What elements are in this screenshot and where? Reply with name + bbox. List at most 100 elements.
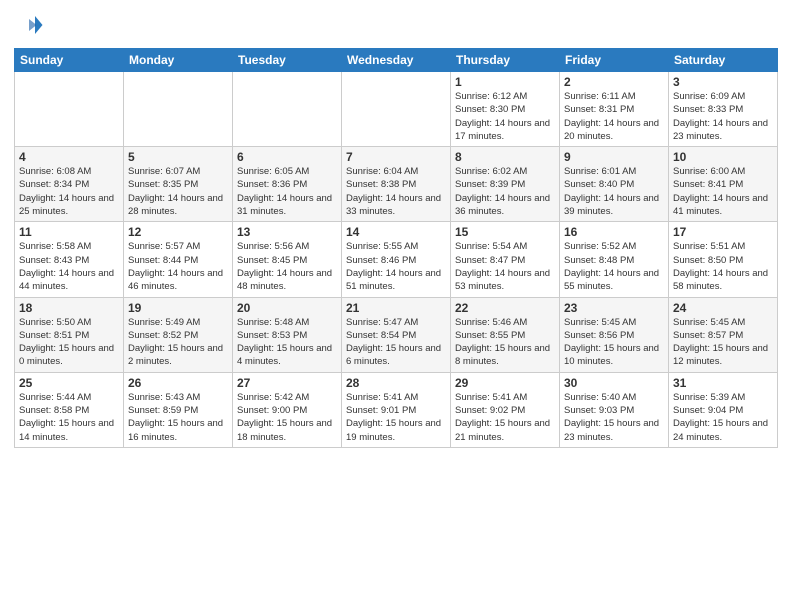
header-sunday: Sunday	[15, 49, 124, 72]
day-num-4: 4	[19, 150, 119, 164]
cell-0-5: 2Sunrise: 6:11 AM Sunset: 8:31 PM Daylig…	[560, 72, 669, 147]
cell-2-2: 13Sunrise: 5:56 AM Sunset: 8:45 PM Dayli…	[233, 222, 342, 297]
cell-1-1: 5Sunrise: 6:07 AM Sunset: 8:35 PM Daylig…	[124, 147, 233, 222]
day-num-13: 13	[237, 225, 337, 239]
cell-1-0: 4Sunrise: 6:08 AM Sunset: 8:34 PM Daylig…	[15, 147, 124, 222]
cell-3-4: 22Sunrise: 5:46 AM Sunset: 8:55 PM Dayli…	[451, 297, 560, 372]
week-row-3: 18Sunrise: 5:50 AM Sunset: 8:51 PM Dayli…	[15, 297, 778, 372]
day-num-21: 21	[346, 301, 446, 315]
header	[14, 10, 778, 40]
page: SundayMondayTuesdayWednesdayThursdayFrid…	[0, 0, 792, 612]
day-info-15: Sunrise: 5:54 AM Sunset: 8:47 PM Dayligh…	[455, 240, 555, 293]
day-info-5: Sunrise: 6:07 AM Sunset: 8:35 PM Dayligh…	[128, 165, 228, 218]
cell-4-1: 26Sunrise: 5:43 AM Sunset: 8:59 PM Dayli…	[124, 372, 233, 447]
cell-3-0: 18Sunrise: 5:50 AM Sunset: 8:51 PM Dayli…	[15, 297, 124, 372]
week-row-1: 4Sunrise: 6:08 AM Sunset: 8:34 PM Daylig…	[15, 147, 778, 222]
day-num-25: 25	[19, 376, 119, 390]
cell-2-4: 15Sunrise: 5:54 AM Sunset: 8:47 PM Dayli…	[451, 222, 560, 297]
day-info-2: Sunrise: 6:11 AM Sunset: 8:31 PM Dayligh…	[564, 90, 664, 143]
day-num-9: 9	[564, 150, 664, 164]
cell-0-2	[233, 72, 342, 147]
cell-3-5: 23Sunrise: 5:45 AM Sunset: 8:56 PM Dayli…	[560, 297, 669, 372]
day-num-30: 30	[564, 376, 664, 390]
calendar-table: SundayMondayTuesdayWednesdayThursdayFrid…	[14, 48, 778, 448]
header-thursday: Thursday	[451, 49, 560, 72]
cell-0-4: 1Sunrise: 6:12 AM Sunset: 8:30 PM Daylig…	[451, 72, 560, 147]
day-num-28: 28	[346, 376, 446, 390]
day-num-12: 12	[128, 225, 228, 239]
cell-1-2: 6Sunrise: 6:05 AM Sunset: 8:36 PM Daylig…	[233, 147, 342, 222]
day-num-17: 17	[673, 225, 773, 239]
day-info-8: Sunrise: 6:02 AM Sunset: 8:39 PM Dayligh…	[455, 165, 555, 218]
day-num-15: 15	[455, 225, 555, 239]
day-num-10: 10	[673, 150, 773, 164]
day-info-17: Sunrise: 5:51 AM Sunset: 8:50 PM Dayligh…	[673, 240, 773, 293]
day-num-31: 31	[673, 376, 773, 390]
day-num-6: 6	[237, 150, 337, 164]
cell-3-6: 24Sunrise: 5:45 AM Sunset: 8:57 PM Dayli…	[669, 297, 778, 372]
day-num-20: 20	[237, 301, 337, 315]
day-info-12: Sunrise: 5:57 AM Sunset: 8:44 PM Dayligh…	[128, 240, 228, 293]
day-num-23: 23	[564, 301, 664, 315]
day-num-1: 1	[455, 75, 555, 89]
cell-0-3	[342, 72, 451, 147]
day-info-9: Sunrise: 6:01 AM Sunset: 8:40 PM Dayligh…	[564, 165, 664, 218]
header-monday: Monday	[124, 49, 233, 72]
day-info-3: Sunrise: 6:09 AM Sunset: 8:33 PM Dayligh…	[673, 90, 773, 143]
day-num-24: 24	[673, 301, 773, 315]
day-info-6: Sunrise: 6:05 AM Sunset: 8:36 PM Dayligh…	[237, 165, 337, 218]
day-num-14: 14	[346, 225, 446, 239]
cell-1-6: 10Sunrise: 6:00 AM Sunset: 8:41 PM Dayli…	[669, 147, 778, 222]
cell-4-5: 30Sunrise: 5:40 AM Sunset: 9:03 PM Dayli…	[560, 372, 669, 447]
cell-4-6: 31Sunrise: 5:39 AM Sunset: 9:04 PM Dayli…	[669, 372, 778, 447]
day-info-27: Sunrise: 5:42 AM Sunset: 9:00 PM Dayligh…	[237, 391, 337, 444]
cell-1-4: 8Sunrise: 6:02 AM Sunset: 8:39 PM Daylig…	[451, 147, 560, 222]
day-info-23: Sunrise: 5:45 AM Sunset: 8:56 PM Dayligh…	[564, 316, 664, 369]
header-tuesday: Tuesday	[233, 49, 342, 72]
day-info-4: Sunrise: 6:08 AM Sunset: 8:34 PM Dayligh…	[19, 165, 119, 218]
day-info-14: Sunrise: 5:55 AM Sunset: 8:46 PM Dayligh…	[346, 240, 446, 293]
logo	[14, 10, 48, 40]
cell-1-5: 9Sunrise: 6:01 AM Sunset: 8:40 PM Daylig…	[560, 147, 669, 222]
day-info-19: Sunrise: 5:49 AM Sunset: 8:52 PM Dayligh…	[128, 316, 228, 369]
day-info-10: Sunrise: 6:00 AM Sunset: 8:41 PM Dayligh…	[673, 165, 773, 218]
day-num-11: 11	[19, 225, 119, 239]
cell-2-0: 11Sunrise: 5:58 AM Sunset: 8:43 PM Dayli…	[15, 222, 124, 297]
day-num-19: 19	[128, 301, 228, 315]
week-row-4: 25Sunrise: 5:44 AM Sunset: 8:58 PM Dayli…	[15, 372, 778, 447]
day-num-26: 26	[128, 376, 228, 390]
header-saturday: Saturday	[669, 49, 778, 72]
cell-0-0	[15, 72, 124, 147]
day-num-5: 5	[128, 150, 228, 164]
day-num-7: 7	[346, 150, 446, 164]
day-info-28: Sunrise: 5:41 AM Sunset: 9:01 PM Dayligh…	[346, 391, 446, 444]
day-info-25: Sunrise: 5:44 AM Sunset: 8:58 PM Dayligh…	[19, 391, 119, 444]
cell-4-0: 25Sunrise: 5:44 AM Sunset: 8:58 PM Dayli…	[15, 372, 124, 447]
day-info-21: Sunrise: 5:47 AM Sunset: 8:54 PM Dayligh…	[346, 316, 446, 369]
header-wednesday: Wednesday	[342, 49, 451, 72]
day-num-29: 29	[455, 376, 555, 390]
week-row-2: 11Sunrise: 5:58 AM Sunset: 8:43 PM Dayli…	[15, 222, 778, 297]
day-info-18: Sunrise: 5:50 AM Sunset: 8:51 PM Dayligh…	[19, 316, 119, 369]
day-num-3: 3	[673, 75, 773, 89]
cell-3-2: 20Sunrise: 5:48 AM Sunset: 8:53 PM Dayli…	[233, 297, 342, 372]
cell-3-3: 21Sunrise: 5:47 AM Sunset: 8:54 PM Dayli…	[342, 297, 451, 372]
day-info-29: Sunrise: 5:41 AM Sunset: 9:02 PM Dayligh…	[455, 391, 555, 444]
calendar-header: SundayMondayTuesdayWednesdayThursdayFrid…	[15, 49, 778, 72]
cell-4-4: 29Sunrise: 5:41 AM Sunset: 9:02 PM Dayli…	[451, 372, 560, 447]
day-num-22: 22	[455, 301, 555, 315]
day-info-1: Sunrise: 6:12 AM Sunset: 8:30 PM Dayligh…	[455, 90, 555, 143]
day-info-11: Sunrise: 5:58 AM Sunset: 8:43 PM Dayligh…	[19, 240, 119, 293]
day-info-22: Sunrise: 5:46 AM Sunset: 8:55 PM Dayligh…	[455, 316, 555, 369]
day-info-26: Sunrise: 5:43 AM Sunset: 8:59 PM Dayligh…	[128, 391, 228, 444]
cell-4-2: 27Sunrise: 5:42 AM Sunset: 9:00 PM Dayli…	[233, 372, 342, 447]
cell-1-3: 7Sunrise: 6:04 AM Sunset: 8:38 PM Daylig…	[342, 147, 451, 222]
day-info-24: Sunrise: 5:45 AM Sunset: 8:57 PM Dayligh…	[673, 316, 773, 369]
calendar-body: 1Sunrise: 6:12 AM Sunset: 8:30 PM Daylig…	[15, 72, 778, 448]
cell-0-6: 3Sunrise: 6:09 AM Sunset: 8:33 PM Daylig…	[669, 72, 778, 147]
cell-2-3: 14Sunrise: 5:55 AM Sunset: 8:46 PM Dayli…	[342, 222, 451, 297]
day-info-16: Sunrise: 5:52 AM Sunset: 8:48 PM Dayligh…	[564, 240, 664, 293]
day-info-20: Sunrise: 5:48 AM Sunset: 8:53 PM Dayligh…	[237, 316, 337, 369]
cell-2-5: 16Sunrise: 5:52 AM Sunset: 8:48 PM Dayli…	[560, 222, 669, 297]
day-num-8: 8	[455, 150, 555, 164]
